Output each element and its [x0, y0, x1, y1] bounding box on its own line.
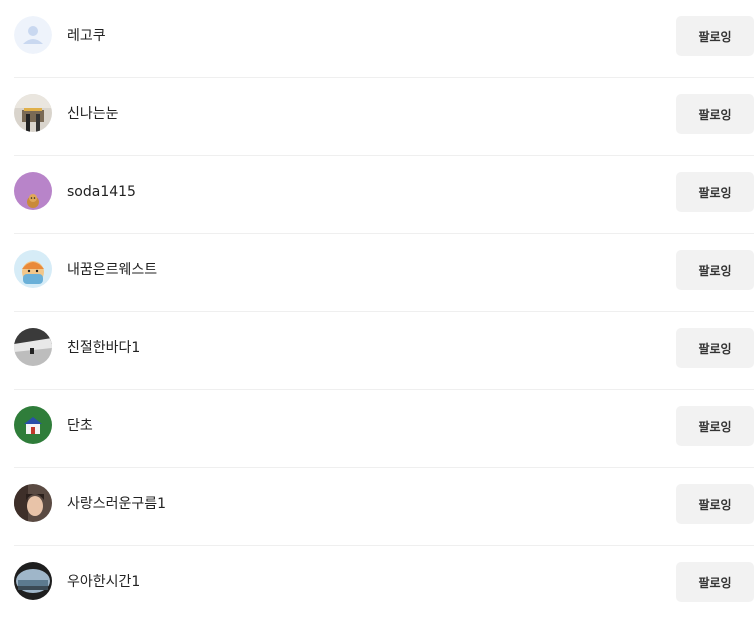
list-item: 단초 팔로잉: [0, 390, 754, 468]
username[interactable]: 친절한바다1: [67, 339, 140, 357]
list-item: 내꿈은르웨스트 팔로잉: [0, 234, 754, 312]
default-user-icon: [14, 16, 52, 54]
following-button[interactable]: 팔로잉: [676, 328, 754, 368]
landscape-photo-icon: [14, 562, 52, 600]
username[interactable]: 우아한시간1: [67, 573, 140, 591]
avatar[interactable]: [14, 16, 52, 54]
list-item: soda1415 팔로잉: [0, 156, 754, 234]
list-item: 신나는눈 팔로잉: [0, 78, 754, 156]
following-button[interactable]: 팔로잉: [676, 172, 754, 212]
avatar[interactable]: [14, 94, 52, 132]
avatar[interactable]: [14, 172, 52, 210]
following-button[interactable]: 팔로잉: [676, 484, 754, 524]
person-photo-icon: [14, 484, 52, 522]
username[interactable]: 내꿈은르웨스트: [67, 261, 157, 279]
username[interactable]: 사랑스러운구름1: [67, 495, 166, 513]
avatar[interactable]: [14, 406, 52, 444]
following-button[interactable]: 팔로잉: [676, 16, 754, 56]
photo-avatar-icon: [14, 94, 52, 132]
purple-character-icon: [14, 172, 52, 210]
list-item: 친절한바다1 팔로잉: [0, 312, 754, 390]
list-item: 사랑스러운구름1 팔로잉: [0, 468, 754, 546]
list-item: 레고쿠 팔로잉: [0, 0, 754, 78]
following-button[interactable]: 팔로잉: [676, 406, 754, 446]
username[interactable]: soda1415: [67, 183, 136, 201]
green-house-icon: [14, 406, 52, 444]
username[interactable]: 신나는눈: [67, 105, 119, 123]
avatar[interactable]: [14, 328, 52, 366]
list-item: 우아한시간1 팔로잉: [0, 546, 754, 624]
avatar[interactable]: [14, 562, 52, 600]
following-button[interactable]: 팔로잉: [676, 250, 754, 290]
username[interactable]: 레고쿠: [67, 27, 106, 45]
following-button[interactable]: 팔로잉: [676, 562, 754, 602]
following-button[interactable]: 팔로잉: [676, 94, 754, 134]
grey-photo-icon: [14, 328, 52, 366]
follower-list: 레고쿠 팔로잉 신나는눈 팔로잉 soda1415 팔로잉 내꿈은르웨스트 팔로…: [0, 0, 754, 624]
avatar[interactable]: [14, 250, 52, 288]
username[interactable]: 단초: [67, 417, 93, 435]
cartoon-character-icon: [14, 250, 52, 288]
avatar[interactable]: [14, 484, 52, 522]
